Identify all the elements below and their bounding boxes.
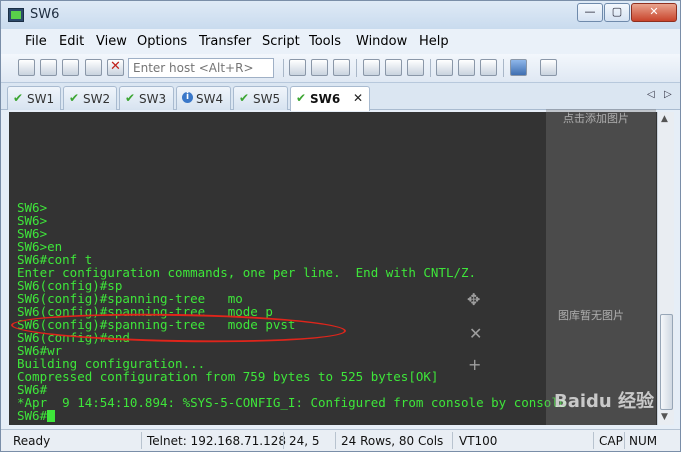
title-bar: SW6 — ▢ ✕ — [1, 1, 680, 29]
tab-scroll-left-icon[interactable]: ◁ — [647, 89, 655, 100]
tab-sw5[interactable]: ✔ SW5 — [233, 86, 288, 110]
tab-sw2[interactable]: ✔ SW2 — [63, 86, 117, 110]
menu-view[interactable]: View — [96, 34, 127, 49]
scroll-down-icon[interactable]: ▼ — [661, 412, 668, 422]
no-image-text: 图库暂无图片 — [558, 309, 624, 322]
status-separator — [141, 432, 142, 449]
status-bar: Ready Telnet: 192.168.71.128 24, 5 24 Ro… — [1, 429, 680, 451]
tab-sw1[interactable]: ✔ SW1 — [7, 86, 61, 110]
tab-label: SW3 — [139, 92, 167, 106]
tab-sw3[interactable]: ✔ SW3 — [119, 86, 174, 110]
status-num: NUM — [629, 434, 658, 448]
image-overlay-panel: 点击添加图片 图库暂无图片 — [546, 109, 656, 425]
close-icon[interactable]: ✕ — [469, 324, 482, 343]
terminal-line: SW6> — [17, 200, 48, 215]
connected-check-icon: ✔ — [69, 91, 80, 105]
scroll-thumb[interactable] — [660, 314, 673, 410]
add-image-text: 点击添加图片 — [563, 112, 629, 125]
connected-check-icon: ✔ — [13, 91, 24, 105]
print-setup-icon[interactable] — [407, 59, 424, 76]
close-button[interactable]: ✕ — [631, 3, 677, 22]
menu-options[interactable]: Options — [137, 34, 187, 49]
maximize-button[interactable]: ▢ — [604, 3, 630, 22]
scroll-up-icon[interactable]: ▲ — [661, 114, 668, 124]
connected-check-icon: ✔ — [296, 91, 307, 105]
menu-script[interactable]: Script — [262, 34, 300, 49]
status-terminal-size: 24 Rows, 80 Cols — [341, 434, 444, 448]
tab-scroll-right-icon[interactable]: ▷ — [664, 89, 672, 100]
baidu-watermark: Baidu 经验 — [554, 391, 655, 412]
minimize-button[interactable]: — — [577, 3, 603, 22]
window-title: SW6 — [30, 7, 60, 22]
print-selection-icon[interactable] — [385, 59, 402, 76]
terminal-scrollbar[interactable]: ▲ ▼ — [657, 112, 674, 425]
quick-connect-icon[interactable] — [40, 59, 57, 76]
terminal-line: SW6> — [17, 213, 48, 228]
status-cursor-position: 24, 5 — [289, 434, 320, 448]
menu-help[interactable]: Help — [419, 34, 449, 49]
tab-label: SW1 — [27, 92, 55, 106]
host-input[interactable] — [128, 58, 274, 78]
menu-tools[interactable]: Tools — [309, 34, 341, 49]
toolbar-separator — [430, 59, 431, 77]
paste-icon[interactable] — [311, 59, 328, 76]
connect-icon[interactable] — [18, 59, 35, 76]
terminal-prompt: SW6# — [17, 408, 48, 423]
plus-icon[interactable]: + — [468, 355, 481, 374]
tab-label: SW5 — [253, 92, 281, 106]
help-icon[interactable] — [510, 59, 527, 76]
toolbar-separator — [356, 59, 357, 77]
tab-label: SW6 — [310, 92, 341, 106]
tab-sw4[interactable]: i SW4 — [176, 86, 231, 110]
print-icon[interactable] — [363, 59, 380, 76]
terminal-output: SW6> SW6> SW6> SW6>en SW6#conf t Enter c… — [17, 201, 566, 422]
terminal-prompt-line: SW6# — [17, 409, 566, 422]
terminal-cursor — [47, 410, 56, 422]
find-icon[interactable] — [333, 59, 350, 76]
copy-icon[interactable] — [289, 59, 306, 76]
toolbar-separator — [283, 59, 284, 77]
session-tabs: ✔ SW1 ✔ SW2 ✔ SW3 i SW4 ✔ SW5 ✔ SW6 ✕ ◁ … — [1, 83, 680, 111]
move-icon[interactable]: ✥ — [467, 290, 480, 309]
terminal-line: SW6> — [17, 226, 48, 241]
menu-transfer[interactable]: Transfer — [199, 34, 251, 49]
tab-label: SW4 — [196, 92, 224, 106]
disconnect-icon[interactable] — [107, 59, 124, 76]
tab-label: SW2 — [83, 92, 111, 106]
terminal-line: SW6>en — [17, 239, 63, 254]
info-icon: i — [182, 92, 193, 103]
global-options-icon[interactable] — [458, 59, 475, 76]
tab-close-icon[interactable]: ✕ — [353, 91, 363, 105]
connected-check-icon: ✔ — [239, 91, 250, 105]
status-separator — [283, 432, 284, 449]
keymap-icon[interactable] — [480, 59, 497, 76]
reconnect-icon[interactable] — [85, 59, 102, 76]
sftp-icon[interactable] — [540, 59, 557, 76]
session-options-icon[interactable] — [436, 59, 453, 76]
tab-sw6[interactable]: ✔ SW6 ✕ — [290, 86, 370, 111]
terminal-line: Compressed configuration from 759 bytes … — [17, 369, 439, 384]
terminal-line: *Apr 9 14:54:10.894: %SYS-5-CONFIG_I: Co… — [17, 395, 567, 410]
connected-check-icon: ✔ — [125, 91, 136, 105]
status-separator — [593, 432, 594, 449]
toolbar-separator — [503, 59, 504, 77]
status-connection: Telnet: 192.168.71.128 — [147, 434, 286, 448]
connect-in-tab-icon[interactable] — [62, 59, 79, 76]
status-caps: CAP — [599, 434, 623, 448]
toolbar — [1, 54, 680, 83]
status-separator — [452, 432, 453, 449]
menu-bar: File Edit View Options Transfer Script T… — [1, 29, 680, 54]
menu-window[interactable]: Window — [356, 34, 407, 49]
status-ready: Ready — [13, 434, 51, 448]
securecrt-window: SW6 — ▢ ✕ File Edit View Options Transfe… — [0, 0, 681, 452]
menu-edit[interactable]: Edit — [59, 34, 84, 49]
app-icon — [8, 8, 24, 22]
menu-file[interactable]: File — [25, 34, 47, 49]
status-separator — [335, 432, 336, 449]
status-terminal-type: VT100 — [459, 434, 498, 448]
status-separator — [624, 432, 625, 449]
